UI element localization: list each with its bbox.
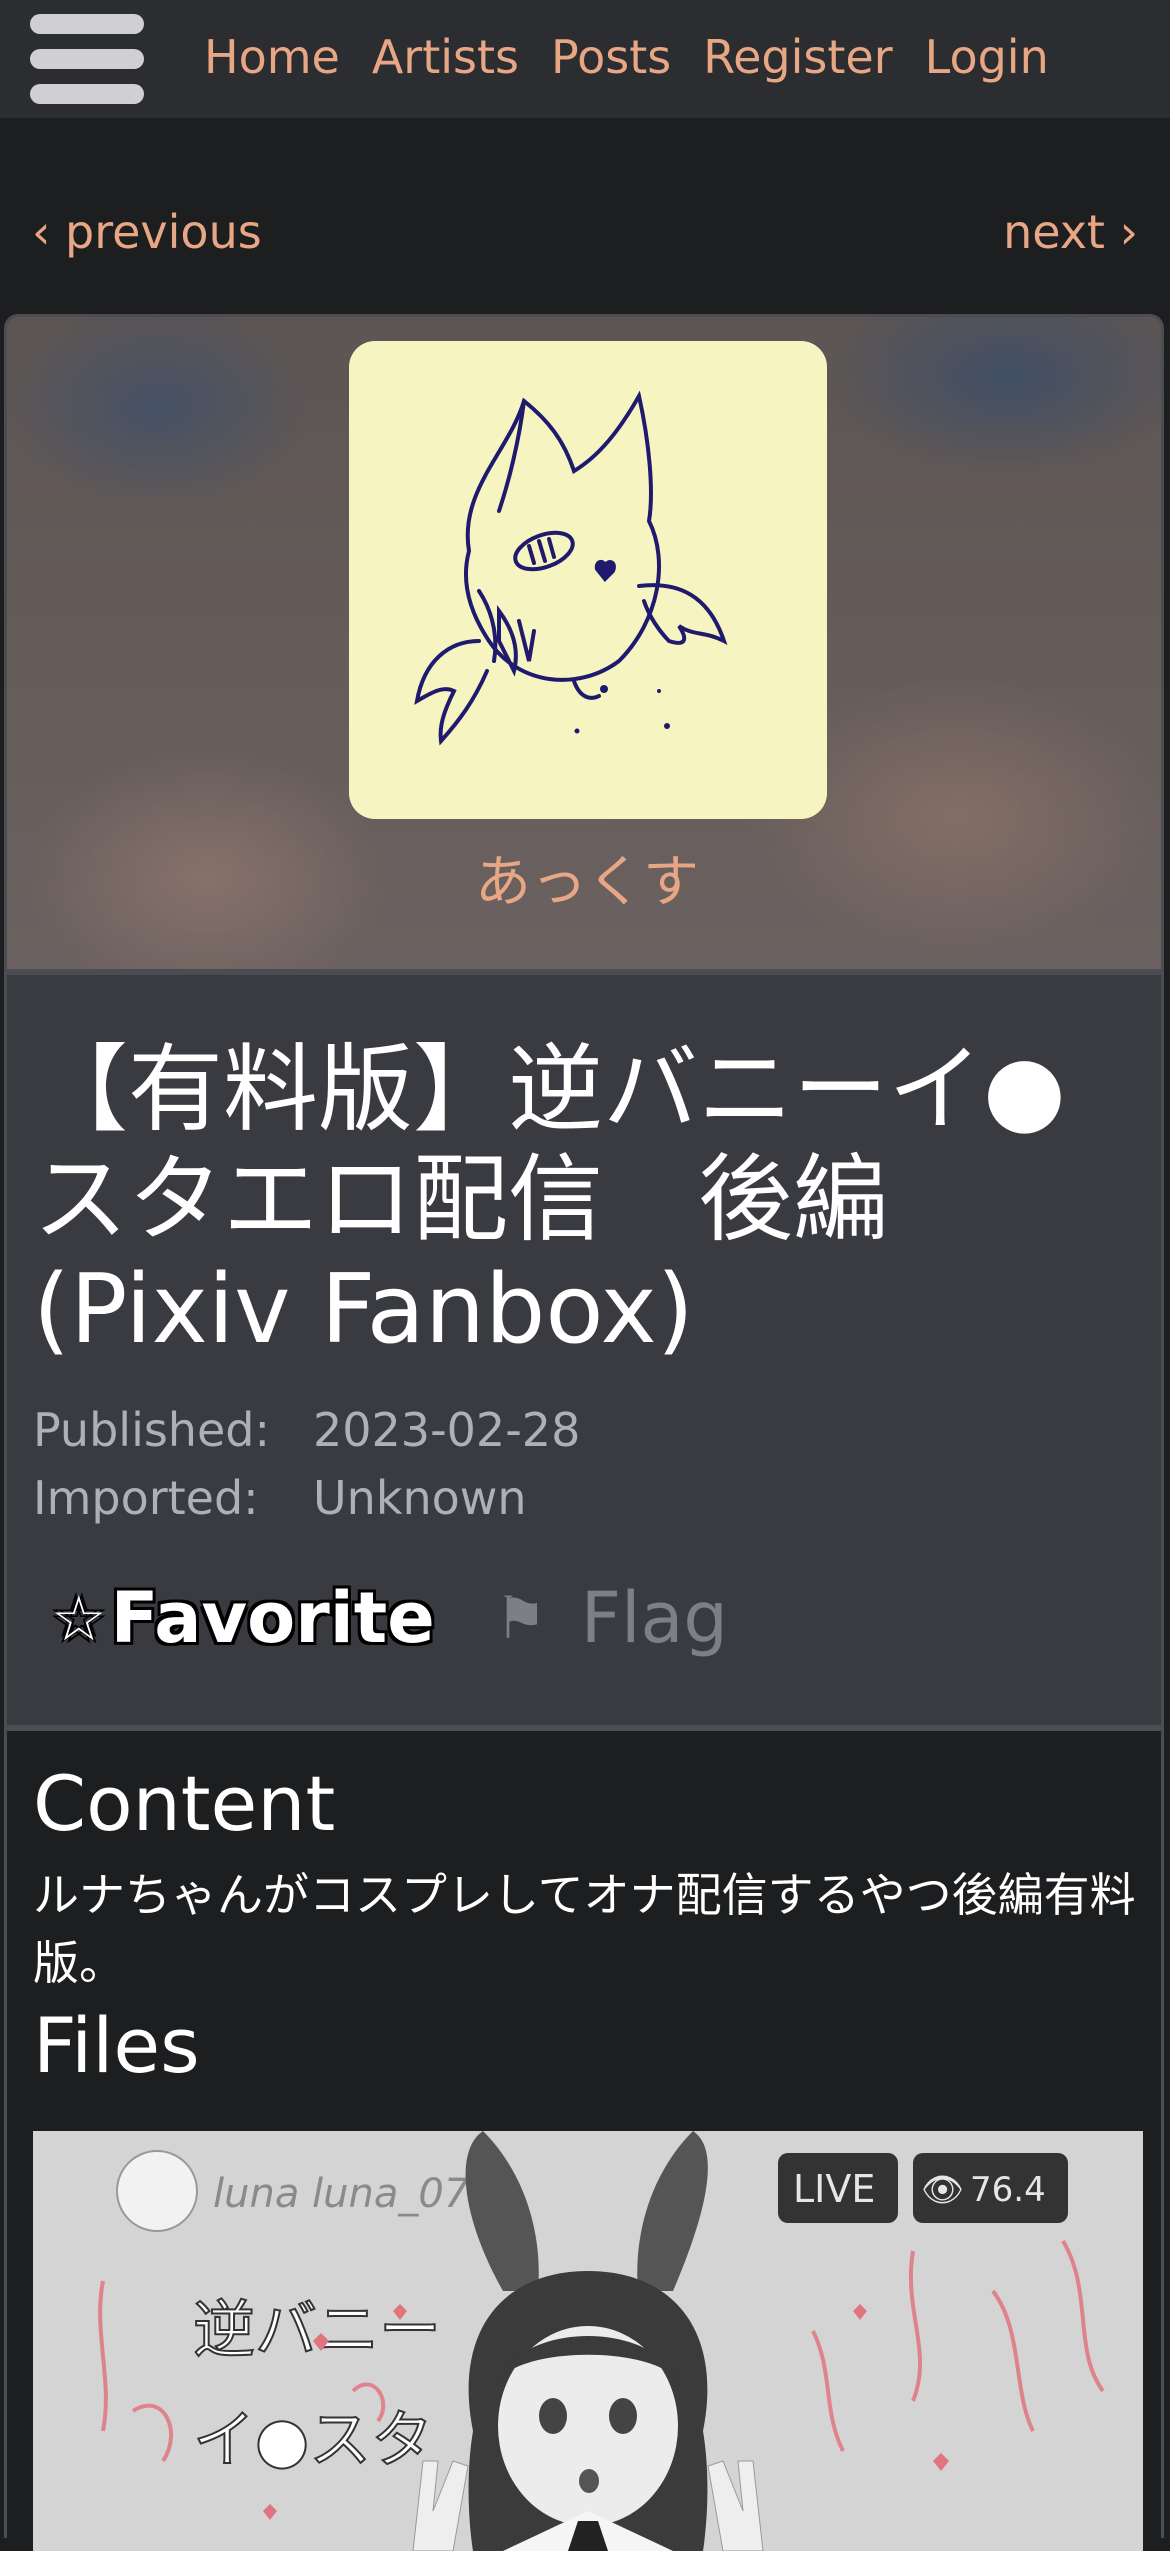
- artist-name[interactable]: あっくす: [7, 837, 1161, 918]
- artist-avatar[interactable]: [349, 341, 827, 819]
- post-body: Content ルナちゃんがコスプレしてオナ配信するやつ後編有料版。 Files…: [4, 1728, 1164, 2551]
- favorite-button[interactable]: ☆ Favorite: [51, 1577, 435, 1659]
- favorite-label: Favorite: [110, 1577, 435, 1659]
- imported-date: Imported: Unknown: [33, 1471, 527, 1525]
- content-text: ルナちゃんがコスプレしてオナ配信するやつ後編有料版。: [33, 1868, 1136, 1990]
- flag-button[interactable]: ⚑ Flag: [495, 1577, 728, 1659]
- post-header: 【有料版】逆バニーイ●スタエロ配信 後編 (Pixiv Fanbox) Publ…: [4, 972, 1164, 1728]
- published-date: Published: 2023-02-28: [33, 1403, 580, 1457]
- post-title-text: 【有料版】逆バニーイ●スタエロ配信 後編: [33, 1035, 1066, 1255]
- file-illustration-image: luna luna_072 LIVE 👁 76.4 逆バニー イ●スタ: [33, 2131, 1143, 2551]
- hamburger-menu-icon[interactable]: [30, 14, 144, 104]
- overlay-text-1: 逆バニー: [193, 2293, 441, 2366]
- files-heading: Files: [33, 2001, 200, 2090]
- file-image-thumbnail[interactable]: luna luna_072 LIVE 👁 76.4 逆バニー イ●スタ: [33, 2131, 1143, 2551]
- overlay-text-2: イ●スタ: [193, 2403, 433, 2476]
- flag-icon: ⚑: [494, 1584, 547, 1652]
- nav-link-home[interactable]: Home: [204, 30, 340, 84]
- eye-icon: 👁: [921, 2170, 964, 2210]
- imported-label: Imported:: [33, 1471, 259, 1525]
- star-icon: ☆: [51, 1581, 107, 1655]
- published-label: Published:: [33, 1403, 270, 1457]
- published-value: 2023-02-28: [313, 1403, 581, 1457]
- nav-link-register[interactable]: Register: [703, 30, 892, 84]
- content-heading: Content: [33, 1759, 336, 1848]
- artist-banner: あっくす: [4, 314, 1164, 972]
- live-badge: LIVE: [793, 2167, 875, 2211]
- post-title: 【有料版】逆バニーイ●スタエロ配信 後編 (Pixiv Fanbox): [33, 1035, 1133, 1365]
- next-post-link[interactable]: next ›: [1003, 205, 1138, 259]
- previous-post-link[interactable]: ‹ previous: [32, 205, 262, 259]
- post-actions: ☆ Favorite ⚑ Flag: [51, 1573, 728, 1663]
- nav-link-posts[interactable]: Posts: [551, 30, 671, 84]
- nav-link-login[interactable]: Login: [925, 30, 1049, 84]
- viewer-count: 76.4: [970, 2170, 1046, 2210]
- nav-links: Home Artists Posts Register Login: [204, 22, 1049, 92]
- nav-link-artists[interactable]: Artists: [372, 30, 519, 84]
- top-navbar: Home Artists Posts Register Login: [0, 0, 1170, 118]
- post-source-service: (Pixiv Fanbox): [33, 1255, 694, 1365]
- file-username: luna luna_072: [213, 2171, 495, 2217]
- winged-cat-drawing-icon: [414, 390, 728, 746]
- imported-value: Unknown: [313, 1471, 527, 1525]
- flag-label: Flag: [580, 1577, 728, 1659]
